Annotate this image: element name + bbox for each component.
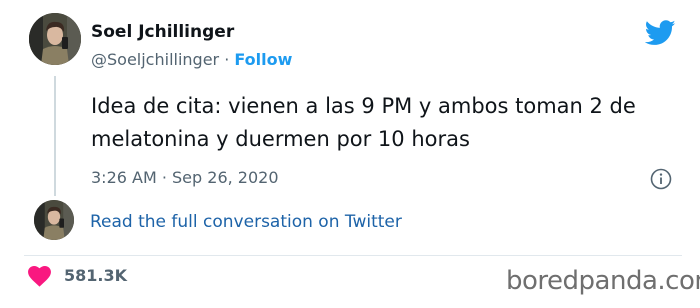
like-count: 581.3K: [64, 266, 128, 285]
read-conversation-link[interactable]: Read the full conversation on Twitter: [90, 212, 402, 232]
display-name[interactable]: Soel Jchillinger: [91, 22, 234, 42]
info-icon[interactable]: [650, 168, 672, 190]
user-handle[interactable]: @Soeljchillinger: [91, 50, 219, 69]
thread-line: [54, 76, 56, 196]
separator: ·: [219, 50, 235, 69]
avatar-small[interactable]: [34, 200, 74, 240]
twitter-bird-icon[interactable]: [645, 20, 676, 46]
heart-icon[interactable]: [28, 266, 51, 287]
avatar-photo: [29, 13, 81, 65]
avatar-photo-small: [34, 200, 74, 240]
watermark: boredpanda.com: [506, 266, 700, 296]
tweet-text: Idea de cita: vienen a las 9 PM y ambos …: [91, 94, 636, 151]
avatar[interactable]: [29, 13, 81, 65]
handle-line: @Soeljchillinger · Follow: [91, 50, 292, 69]
follow-button[interactable]: Follow: [234, 50, 292, 69]
timestamp[interactable]: 3:26 AM · Sep 26, 2020: [91, 168, 279, 187]
divider: [24, 255, 682, 256]
